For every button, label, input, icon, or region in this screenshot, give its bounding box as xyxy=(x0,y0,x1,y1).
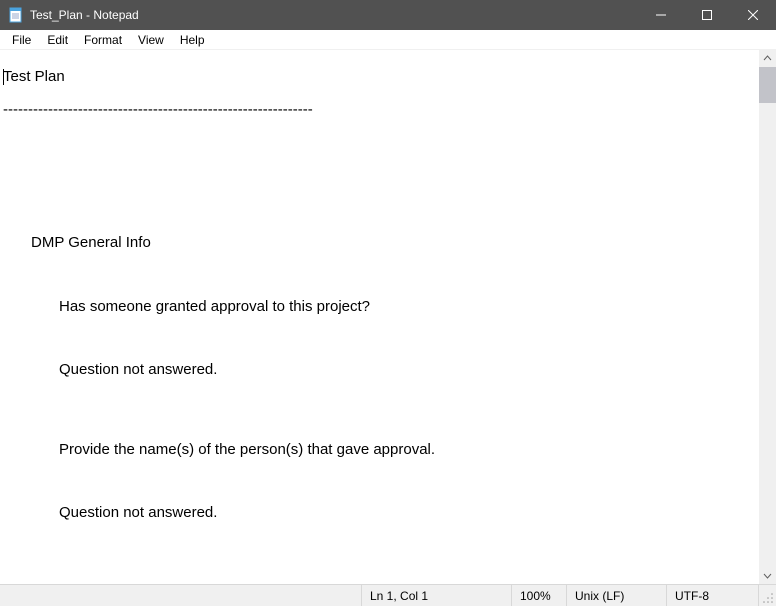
window-controls xyxy=(638,0,776,30)
status-zoom: 100% xyxy=(511,585,566,606)
scroll-up-arrow-icon[interactable] xyxy=(759,50,776,67)
text-editor[interactable]: Test Plan ------------------------------… xyxy=(0,50,759,584)
minimize-button[interactable] xyxy=(638,0,684,30)
doc-title-line: Test Plan xyxy=(3,68,65,85)
menu-file[interactable]: File xyxy=(4,30,39,49)
question-2: Provide the name(s) of the person(s) tha… xyxy=(3,442,759,459)
vertical-scrollbar[interactable] xyxy=(759,50,776,584)
question-1: Has someone granted approval to this pro… xyxy=(3,299,759,316)
close-button[interactable] xyxy=(730,0,776,30)
answer-2: Question not answered. xyxy=(3,505,759,522)
menu-format[interactable]: Format xyxy=(76,30,130,49)
section-heading: DMP General Info xyxy=(3,235,759,252)
answer-1: Question not answered. xyxy=(3,362,759,379)
status-encoding: UTF-8 xyxy=(666,585,758,606)
menu-help[interactable]: Help xyxy=(172,30,213,49)
status-cursor-position: Ln 1, Col 1 xyxy=(361,585,511,606)
status-line-ending: Unix (LF) xyxy=(566,585,666,606)
window-title: Test_Plan - Notepad xyxy=(30,8,139,22)
separator-line: ----------------------------------------… xyxy=(3,102,759,119)
maximize-button[interactable] xyxy=(684,0,730,30)
status-bar: Ln 1, Col 1 100% Unix (LF) UTF-8 xyxy=(0,584,776,606)
menu-view[interactable]: View xyxy=(130,30,172,49)
scrollbar-thumb[interactable] xyxy=(759,67,776,103)
menu-bar: File Edit Format View Help xyxy=(0,30,776,50)
scroll-down-arrow-icon[interactable] xyxy=(759,567,776,584)
resize-grip-icon[interactable] xyxy=(758,585,776,606)
title-bar: Test_Plan - Notepad xyxy=(0,0,776,30)
scrollbar-track[interactable] xyxy=(759,67,776,567)
menu-edit[interactable]: Edit xyxy=(39,30,76,49)
notepad-icon xyxy=(8,7,24,23)
